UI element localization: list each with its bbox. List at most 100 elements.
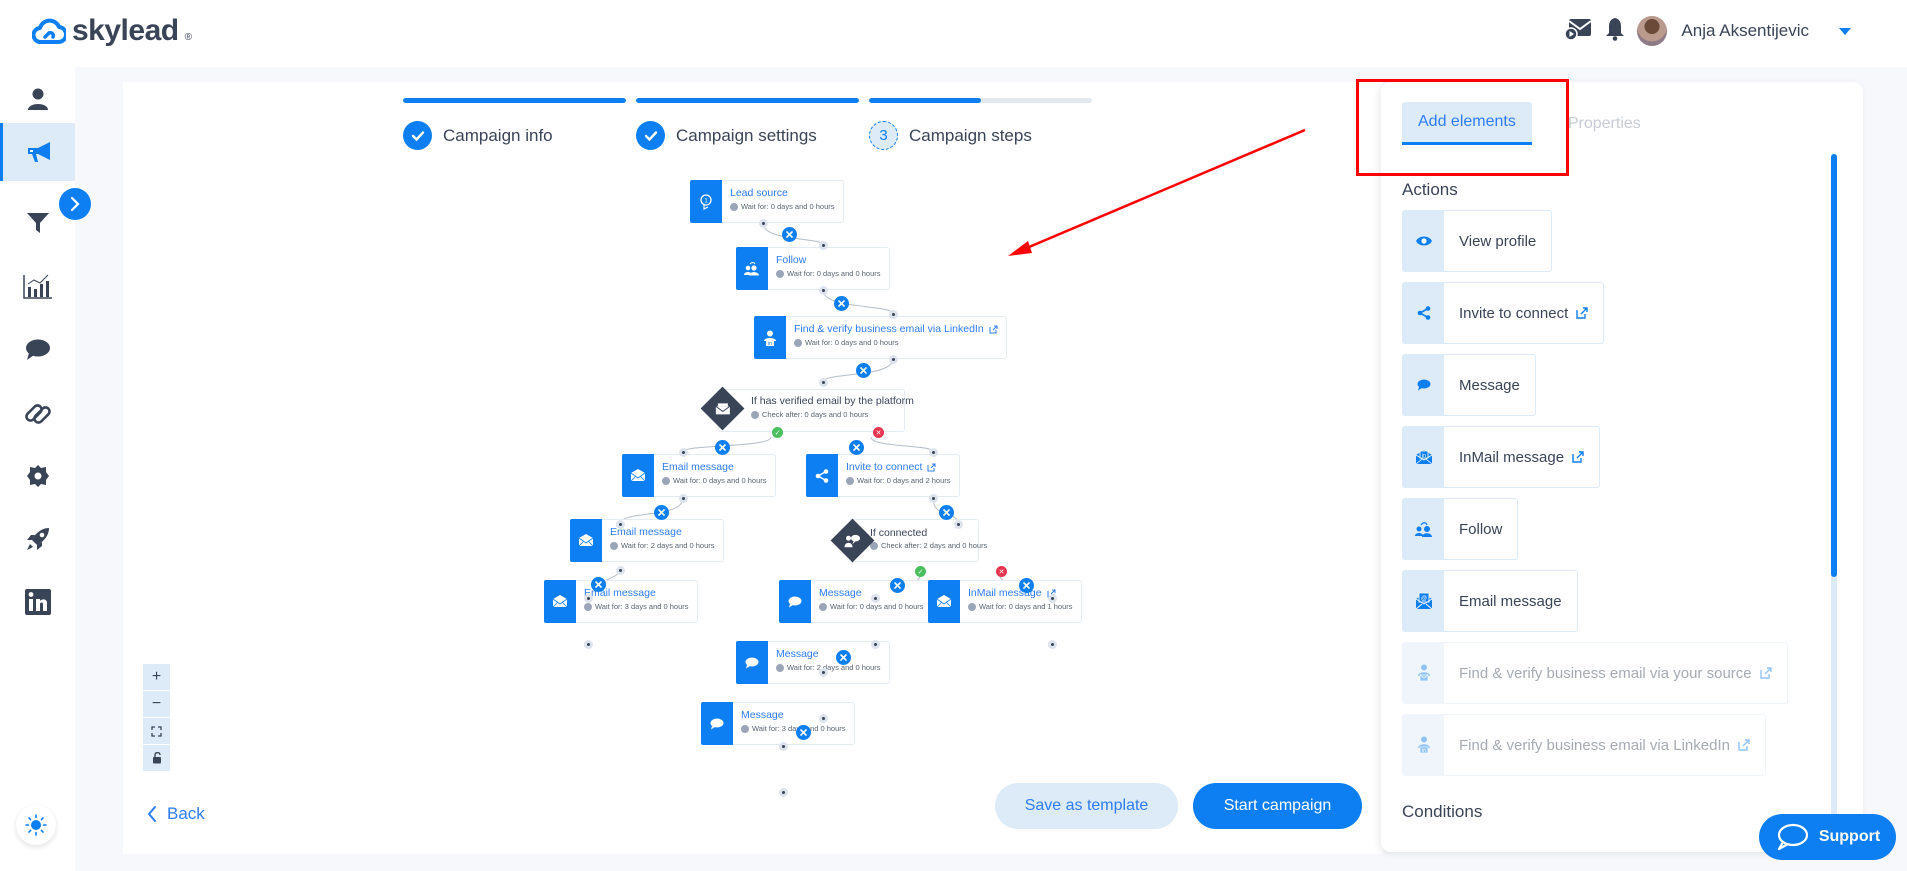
zoom-in-button[interactable]: + — [143, 664, 170, 691]
connector-port[interactable] — [679, 448, 688, 457]
element-label: Follow — [1459, 520, 1503, 538]
tab-properties[interactable]: Properties — [1552, 102, 1657, 145]
inmail-icon: in — [1415, 450, 1432, 465]
branch-no-icon[interactable]: ✕ — [873, 427, 884, 438]
delete-edge-button[interactable] — [796, 725, 811, 740]
funnel-icon — [26, 213, 49, 233]
delete-edge-button[interactable] — [856, 363, 871, 378]
element-inmail-message[interactable]: in InMail message — [1402, 426, 1601, 488]
connector-port[interactable] — [584, 640, 593, 649]
connector-port[interactable] — [679, 494, 688, 503]
sidebar-item-statistics[interactable] — [0, 257, 75, 315]
sidebar-item-settings[interactable] — [0, 447, 75, 505]
flow-node-lead-source[interactable]: 1 Lead source Wait for: 0 days and 0 hour… — [690, 180, 844, 223]
connector-port[interactable] — [871, 594, 880, 603]
branch-no-icon[interactable]: ✕ — [996, 566, 1007, 577]
sidebar-item-inbox[interactable] — [0, 321, 75, 379]
clock-icon — [776, 269, 784, 278]
branch-yes-icon[interactable]: ✓ — [772, 427, 783, 438]
sidebar-item-campaigns[interactable] — [0, 123, 75, 181]
branch-yes-icon[interactable]: ✓ — [915, 566, 926, 577]
flow-node-invite[interactable]: Invite to connect Wait for: 0 days and 2 … — [806, 454, 960, 497]
delete-edge-button[interactable] — [591, 577, 606, 592]
element-follow[interactable]: Follow — [1402, 498, 1519, 560]
external-link-icon[interactable] — [1572, 451, 1584, 463]
flow-node-message-1[interactable]: Message Wait for: 0 days and 0 hours — [779, 580, 933, 623]
avatar[interactable] — [1637, 16, 1668, 46]
connector-port[interactable] — [616, 566, 625, 575]
connector-port[interactable] — [819, 241, 828, 250]
delete-edge-button[interactable] — [939, 505, 954, 520]
connector-port[interactable] — [819, 714, 828, 723]
connector-port[interactable] — [779, 742, 788, 751]
connector-port[interactable] — [871, 640, 880, 649]
start-campaign-button[interactable]: Start campaign — [1193, 783, 1362, 829]
connector-port[interactable] — [1048, 640, 1057, 649]
flow-condition-has-email[interactable]: If has verified email by the platform Ch… — [718, 389, 914, 432]
flow-node-follow[interactable]: Follow Wait for: 0 days and 0 hours — [736, 247, 890, 290]
connector-port[interactable] — [819, 286, 828, 295]
delete-edge-button[interactable] — [1019, 578, 1034, 593]
flow-node-email-1[interactable]: Email message Wait for: 0 days and 0 hour… — [622, 454, 776, 497]
sidebar-item-launch[interactable] — [0, 510, 75, 568]
external-link-icon[interactable] — [927, 463, 936, 472]
delete-edge-button[interactable] — [654, 505, 669, 520]
element-view-profile[interactable]: View profile — [1402, 210, 1553, 272]
delete-edge-button[interactable] — [890, 578, 905, 593]
back-button[interactable]: Back — [147, 804, 205, 824]
connector-port[interactable] — [929, 448, 938, 457]
delete-edge-button[interactable] — [836, 650, 851, 665]
sidebar-item-profile[interactable] — [0, 70, 75, 128]
sidebar-toggle-button[interactable] — [59, 188, 91, 220]
clock-icon — [794, 338, 802, 347]
connector-port[interactable] — [954, 520, 963, 529]
connector-port[interactable] — [779, 788, 788, 797]
bell-icon[interactable] — [1605, 17, 1625, 46]
delete-edge-button[interactable] — [849, 440, 864, 455]
external-link-icon[interactable] — [989, 325, 998, 334]
chevron-down-icon[interactable] — [1839, 27, 1851, 35]
close-icon — [1023, 582, 1030, 589]
sidebar-item-integrations[interactable] — [0, 385, 75, 443]
connector-port[interactable] — [889, 355, 898, 364]
panel-scrollbar-thumb[interactable] — [1831, 154, 1837, 577]
support-button[interactable]: Support — [1759, 814, 1896, 860]
logo[interactable]: skylead ® — [32, 14, 192, 48]
save-as-template-button[interactable]: Save as template — [995, 783, 1178, 829]
connector-port[interactable] — [819, 378, 828, 387]
connector-port[interactable] — [929, 494, 938, 503]
flow-node-message-3[interactable]: MessageWait for: 3 days and 0 hours — [701, 702, 855, 745]
flow-node-email-2[interactable]: Email message Wait for: 2 days and 0 hour… — [570, 519, 724, 562]
delete-edge-button[interactable] — [715, 440, 730, 455]
flow-node-find-email-linkedin[interactable]: in Find & verify business email via Link… — [754, 316, 1007, 359]
element-email-message[interactable]: @ Email message — [1402, 570, 1578, 632]
connector-port[interactable] — [759, 219, 768, 228]
flow-node-email-3[interactable]: Email message Wait for: 3 days and 0 hour… — [544, 580, 698, 623]
element-invite-to-connect[interactable]: Invite to connect — [1402, 282, 1605, 344]
connector-port[interactable] — [584, 594, 593, 603]
flow-node-inmail[interactable]: InMail message Wait for: 0 days and 1 hou… — [928, 580, 1082, 623]
actions-heading: Actions — [1402, 180, 1458, 199]
mail-play-icon[interactable] — [1563, 17, 1593, 46]
connector-port[interactable] — [616, 520, 625, 529]
delete-edge-button[interactable] — [782, 227, 797, 242]
envelope-icon — [715, 402, 731, 415]
fit-view-button[interactable] — [143, 718, 170, 745]
tab-add-elements[interactable]: Add elements — [1402, 102, 1532, 145]
theme-toggle-button[interactable] — [16, 805, 56, 845]
connector-port[interactable] — [1048, 594, 1057, 603]
flow-canvas[interactable]: 1 Lead source Wait for: 0 days and 0 hour… — [123, 82, 1383, 854]
element-find-email-your-source: Find & verify business email via your so… — [1402, 642, 1788, 704]
sidebar-item-linkedin[interactable] — [0, 573, 75, 631]
user-name[interactable]: Anja Aksentijevic — [1681, 21, 1809, 41]
element-label: InMail message — [1459, 448, 1565, 466]
external-link-icon[interactable] — [1576, 307, 1588, 319]
element-message[interactable]: Message — [1402, 354, 1536, 416]
chat-icon — [701, 702, 733, 745]
connector-port[interactable] — [889, 310, 898, 319]
flow-node-message-2[interactable]: Message Wait for: 2 days and 0 hours — [736, 641, 890, 684]
connector-port[interactable] — [819, 668, 828, 677]
lock-button[interactable] — [143, 745, 170, 772]
delete-edge-button[interactable] — [834, 296, 849, 311]
zoom-out-button[interactable]: − — [143, 691, 170, 718]
